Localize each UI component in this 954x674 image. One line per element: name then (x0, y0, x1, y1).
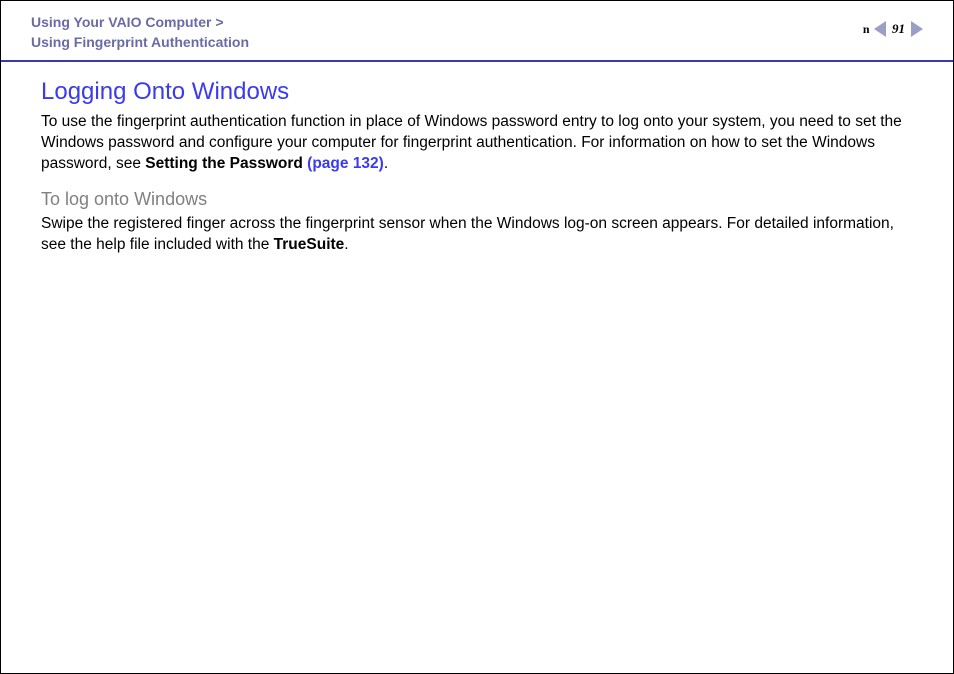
breadcrumb-sep: > (215, 14, 223, 30)
document-page: Using Your VAIO Computer > Using Fingerp… (0, 0, 954, 674)
setting-password-label: Setting the Password (145, 155, 307, 172)
instruction-text: Swipe the registered finger across the f… (41, 215, 894, 253)
breadcrumb-level-1[interactable]: Using Your VAIO Computer (31, 14, 211, 30)
section-title: Logging Onto Windows (41, 78, 913, 106)
page-header: Using Your VAIO Computer > Using Fingerp… (1, 1, 953, 62)
page-nav: n 91 (861, 13, 923, 37)
intro-paragraph: To use the fingerprint authentication fu… (41, 112, 913, 175)
truesuite-label: TrueSuite (274, 236, 345, 253)
breadcrumb-level-2[interactable]: Using Fingerprint Authentication (31, 34, 249, 50)
breadcrumb: Using Your VAIO Computer > Using Fingerp… (31, 13, 249, 52)
instruction-paragraph: Swipe the registered finger across the f… (41, 214, 913, 256)
subheading: To log onto Windows (41, 189, 913, 210)
instruction-end: . (344, 236, 348, 253)
prev-page-icon[interactable] (874, 21, 886, 37)
page-number: 91 (890, 21, 907, 37)
intro-end: . (384, 155, 388, 172)
page-n-label: n (863, 22, 870, 37)
page-132-link[interactable]: (page 132) (307, 155, 384, 172)
next-page-icon[interactable] (911, 21, 923, 37)
page-content: Logging Onto Windows To use the fingerpr… (1, 62, 953, 256)
